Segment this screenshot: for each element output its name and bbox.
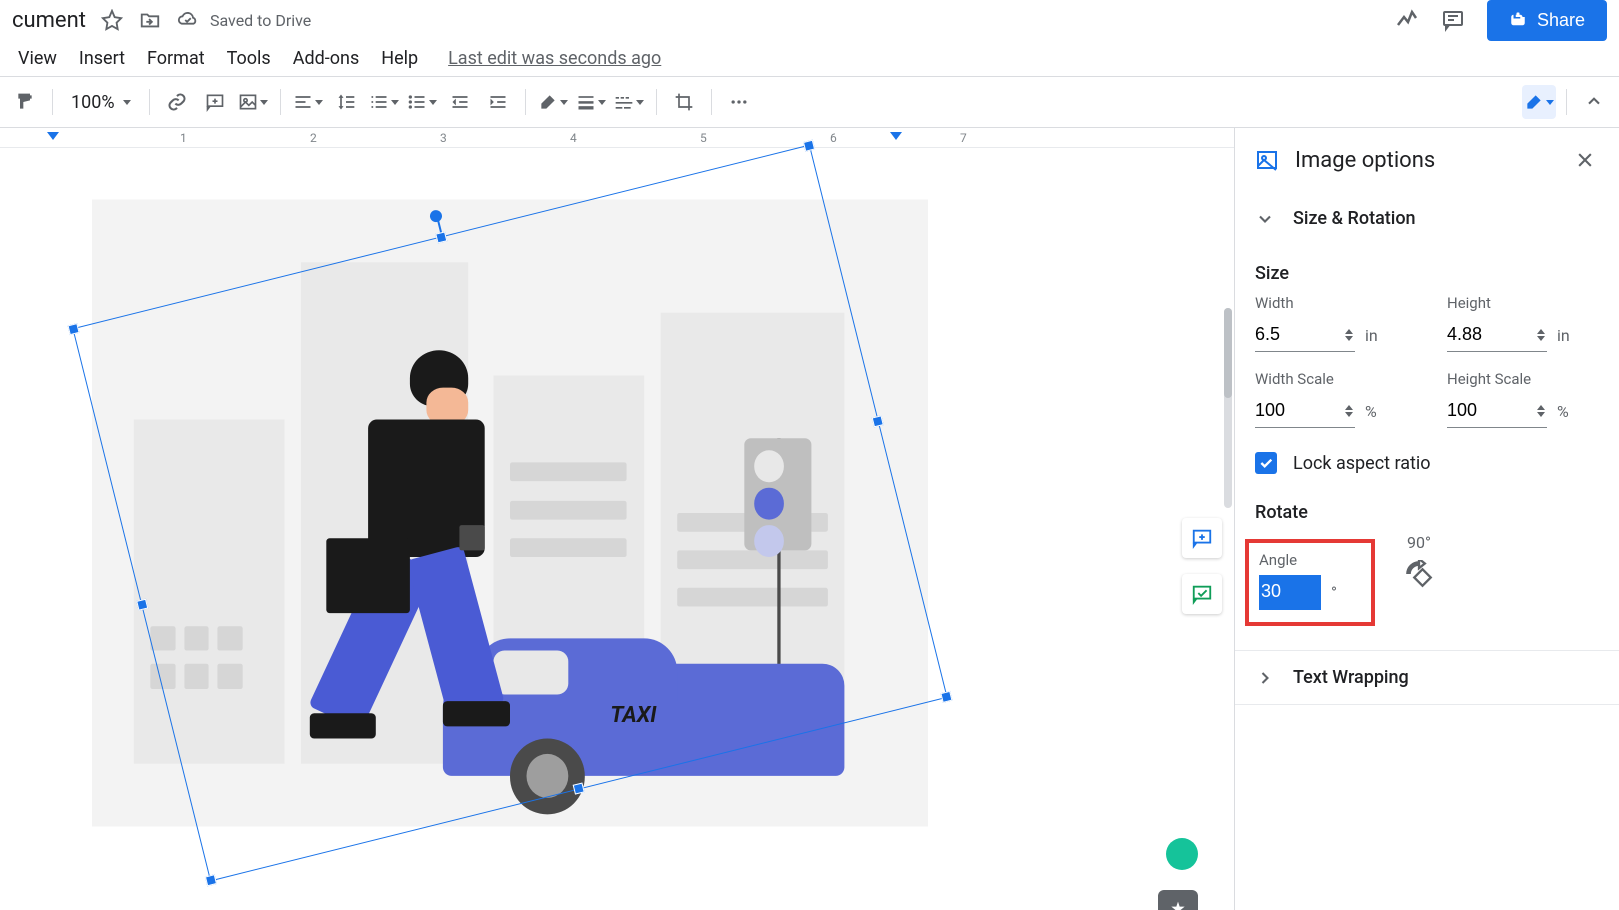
resize-handle-nw[interactable]	[67, 323, 79, 335]
share-button[interactable]: Share	[1487, 0, 1607, 41]
height-label: Height	[1447, 294, 1599, 312]
resize-handle-sw[interactable]	[205, 874, 217, 886]
zoom-dropdown[interactable]: 100%	[63, 92, 139, 113]
menu-tools[interactable]: Tools	[217, 44, 281, 73]
explore-button[interactable]	[1158, 890, 1198, 910]
share-button-label: Share	[1537, 10, 1585, 31]
crop-icon[interactable]	[667, 85, 701, 119]
menu-insert[interactable]: Insert	[69, 44, 135, 73]
width-unit: in	[1365, 326, 1378, 345]
menu-help[interactable]: Help	[371, 44, 428, 73]
suggest-edits-floating-button[interactable]	[1182, 574, 1222, 614]
rotate-90-button[interactable]	[1405, 560, 1433, 592]
resize-handle-n[interactable]	[435, 231, 447, 243]
resize-handle-se[interactable]	[940, 691, 952, 703]
cloud-saved-icon	[176, 8, 200, 32]
menubar: View Insert Format Tools Add-ons Help La…	[0, 40, 1619, 76]
document-title[interactable]: cument	[12, 8, 86, 33]
height-input[interactable]	[1447, 318, 1547, 352]
editing-mode-icon[interactable]	[1522, 85, 1556, 119]
sidebar-title: Image options	[1295, 148, 1555, 173]
menu-addons[interactable]: Add-ons	[283, 44, 370, 73]
selected-image[interactable]: TAXI	[72, 145, 947, 882]
resize-handle-w[interactable]	[136, 599, 148, 611]
increase-indent-icon[interactable]	[481, 85, 515, 119]
saved-status: Saved to Drive	[210, 11, 311, 30]
numbered-list-icon[interactable]	[367, 85, 401, 119]
ruler-mark: 5	[700, 131, 707, 145]
width-input[interactable]	[1255, 318, 1355, 352]
resize-handle-ne[interactable]	[803, 140, 815, 152]
section-text-wrapping-title: Text Wrapping	[1293, 667, 1409, 688]
toolbar: 100%	[0, 76, 1619, 128]
add-comment-floating-button[interactable]	[1182, 518, 1222, 558]
menu-format[interactable]: Format	[137, 44, 215, 73]
ruler-mark: 3	[440, 131, 447, 145]
angle-highlight-annotation: Angle °	[1245, 539, 1375, 626]
canvas-area: 1 2 3 4 5 6 7	[0, 128, 1234, 910]
horizontal-ruler[interactable]: 1 2 3 4 5 6 7	[0, 128, 1234, 148]
width-label: Width	[1255, 294, 1407, 312]
height-scale-unit: %	[1557, 402, 1569, 421]
insert-link-icon[interactable]	[160, 85, 194, 119]
border-color-icon[interactable]	[536, 85, 570, 119]
angle-input[interactable]	[1259, 575, 1321, 610]
chevron-down-icon	[123, 100, 131, 105]
width-scale-label: Width Scale	[1255, 370, 1407, 388]
titlebar: cument Saved to Drive Share	[0, 0, 1619, 40]
more-icon[interactable]	[722, 85, 756, 119]
move-to-folder-icon[interactable]	[138, 8, 162, 32]
close-sidebar-button[interactable]	[1571, 146, 1599, 174]
scrollbar[interactable]	[1224, 308, 1232, 508]
height-scale-input[interactable]	[1447, 394, 1547, 428]
angle-label: Angle	[1259, 551, 1361, 569]
image-options-sidebar: Image options Size & Rotation Size Width	[1234, 128, 1619, 910]
paint-format-icon[interactable]	[8, 85, 42, 119]
ruler-mark: 1	[180, 131, 187, 145]
grammarly-icon[interactable]	[1166, 838, 1198, 870]
lock-aspect-ratio-checkbox[interactable]	[1255, 452, 1277, 474]
zoom-value: 100%	[71, 92, 115, 113]
section-size-rotation-header[interactable]: Size & Rotation	[1235, 192, 1619, 245]
insert-image-icon[interactable]	[236, 85, 270, 119]
ruler-mark: 6	[830, 131, 837, 145]
rotate-heading: Rotate	[1255, 502, 1599, 523]
ruler-mark: 2	[310, 131, 317, 145]
align-icon[interactable]	[291, 85, 325, 119]
lock-aspect-ratio-label: Lock aspect ratio	[1293, 453, 1431, 474]
decrease-indent-icon[interactable]	[443, 85, 477, 119]
chevron-right-icon	[1255, 668, 1275, 688]
menu-view[interactable]: View	[8, 44, 67, 73]
add-comment-icon[interactable]	[198, 85, 232, 119]
ruler-right-indent-icon[interactable]	[890, 132, 902, 144]
height-scale-label: Height Scale	[1447, 370, 1599, 388]
ruler-mark: 7	[960, 131, 967, 145]
star-icon[interactable]	[100, 8, 124, 32]
section-text-wrapping-header[interactable]: Text Wrapping	[1235, 651, 1619, 704]
last-edit-link[interactable]: Last edit was seconds ago	[448, 48, 661, 69]
line-spacing-icon[interactable]	[329, 85, 363, 119]
width-scale-unit: %	[1365, 402, 1377, 421]
angle-unit: °	[1331, 583, 1337, 602]
height-unit: in	[1557, 326, 1570, 345]
ruler-left-indent-icon[interactable]	[47, 132, 59, 144]
size-heading: Size	[1255, 263, 1599, 284]
rotate-90-label: 90°	[1407, 533, 1431, 552]
width-scale-input[interactable]	[1255, 394, 1355, 428]
chevron-down-icon	[1255, 209, 1275, 229]
comments-icon[interactable]	[1441, 8, 1465, 32]
collapse-sidebar-icon[interactable]	[1577, 85, 1611, 119]
border-weight-icon[interactable]	[574, 85, 608, 119]
image-icon	[1255, 148, 1279, 172]
activity-icon[interactable]	[1395, 8, 1419, 32]
section-size-rotation-title: Size & Rotation	[1293, 208, 1416, 229]
ruler-mark: 4	[570, 131, 577, 145]
bulleted-list-icon[interactable]	[405, 85, 439, 119]
border-dash-icon[interactable]	[612, 85, 646, 119]
